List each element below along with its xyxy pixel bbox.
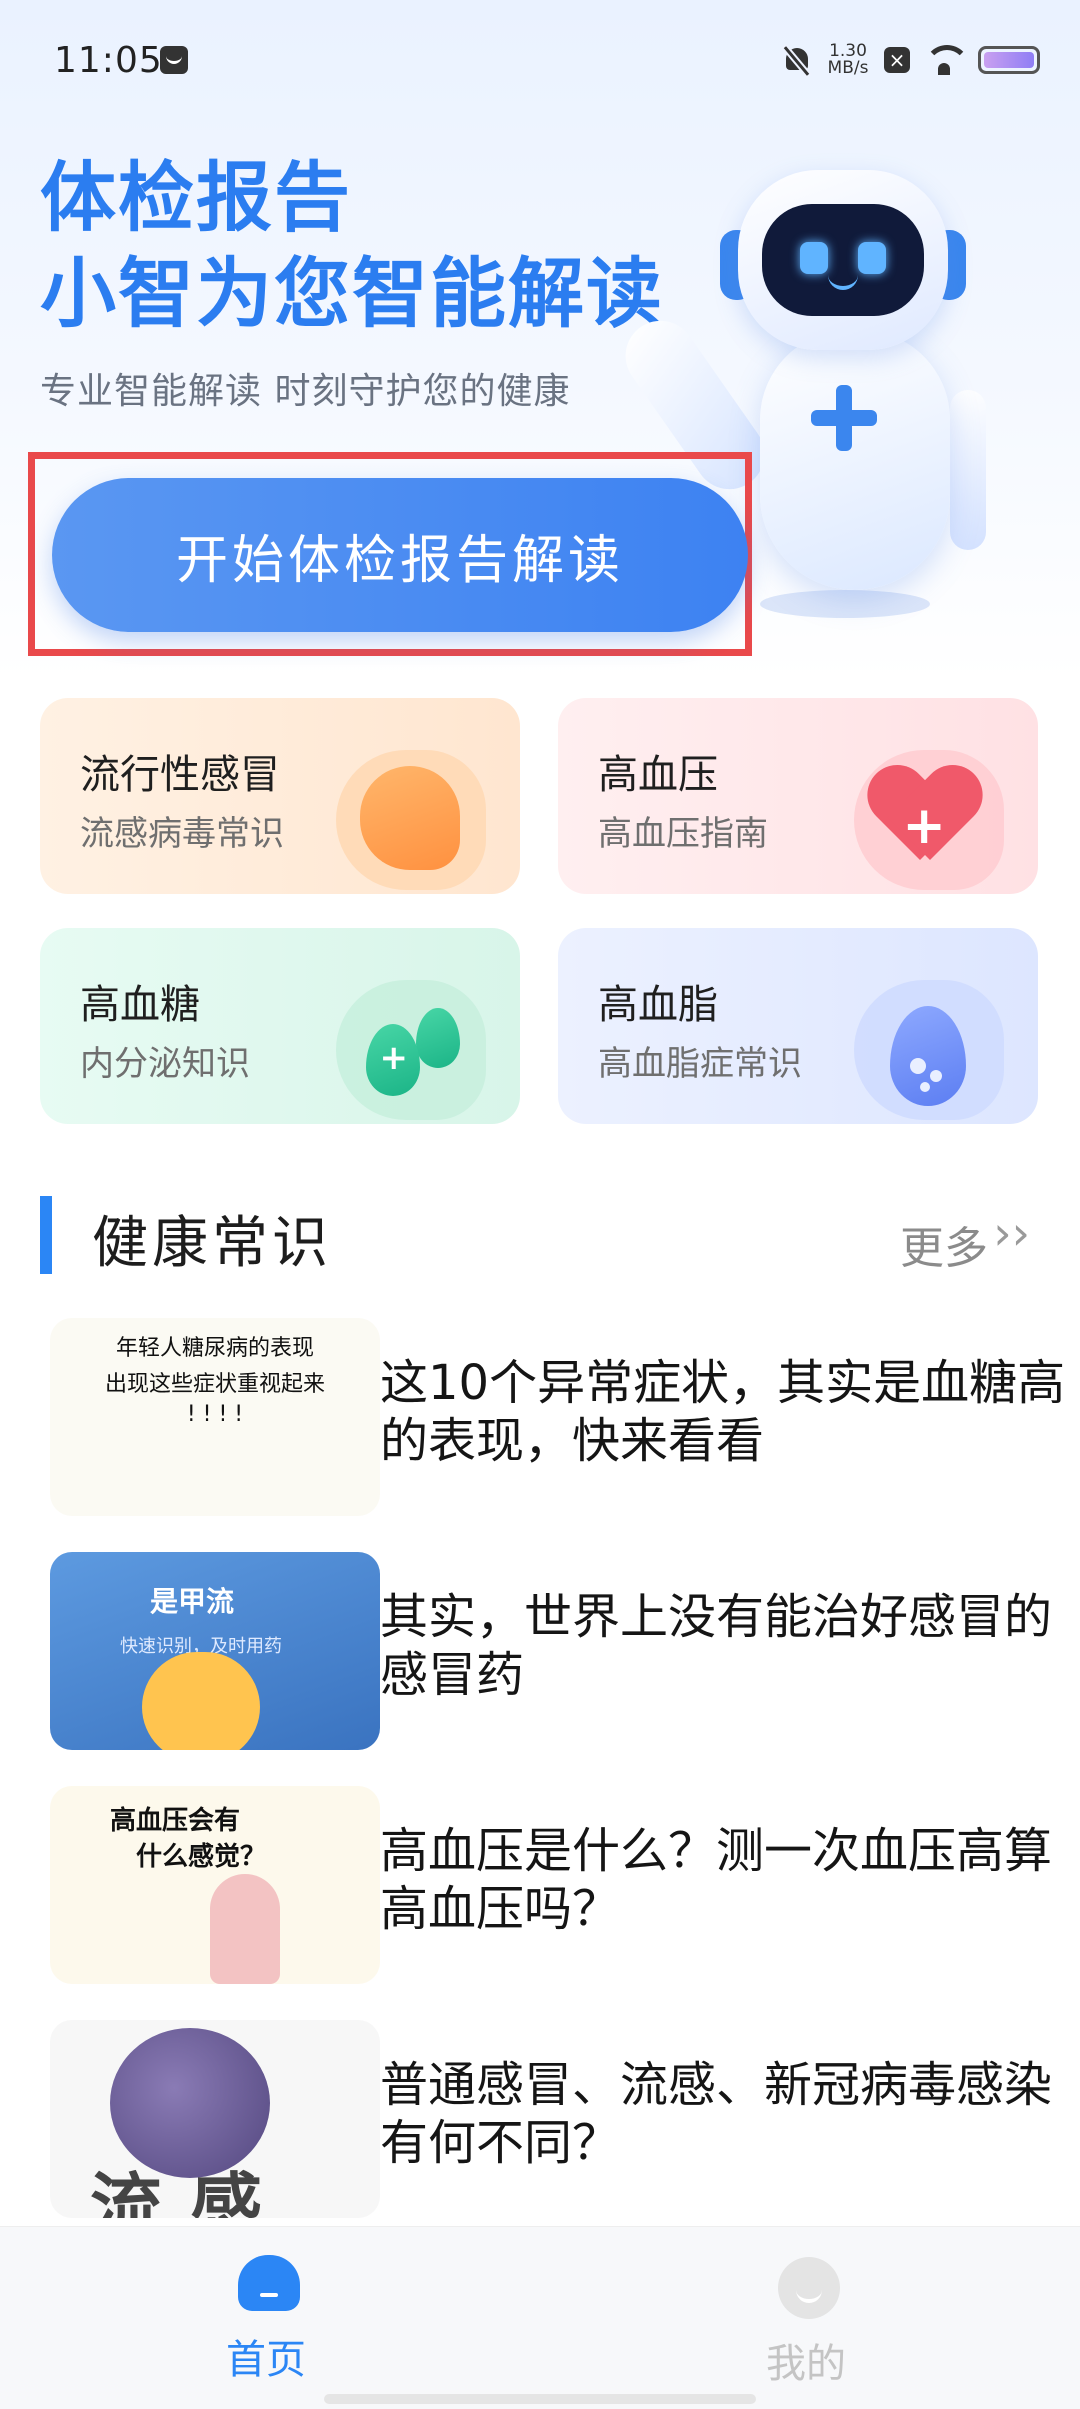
card-flu[interactable]: 流行性感冒 流感病毒常识 bbox=[40, 698, 520, 894]
list-item[interactable]: 是甲流 快速识别，及时用药 其实，世界上没有能治好感冒的感冒药 bbox=[40, 1552, 1052, 1762]
bottom-nav: 首页 我的 bbox=[0, 2226, 1080, 2409]
home-icon[interactable] bbox=[238, 2255, 300, 2311]
card-desc: 高血脂症常识 bbox=[598, 1044, 802, 1084]
wifi-icon bbox=[924, 45, 964, 75]
card-hypertension[interactable]: + 高血压 高血压指南 bbox=[558, 698, 1038, 894]
net-speed: 1.30 MB/s bbox=[826, 43, 870, 77]
article-title: 其实，世界上没有能治好感冒的感冒药 bbox=[380, 1589, 1053, 1703]
nav-home-label[interactable]: 首页 bbox=[226, 2327, 306, 2385]
card-hyperlipidemia[interactable]: 高血脂 高血脂症常识 bbox=[558, 928, 1038, 1124]
chevron-right-icon[interactable]: ›› bbox=[993, 1206, 1030, 1260]
card-title: 高血压 bbox=[598, 752, 718, 798]
status-icons: 1.30 MB/s × bbox=[782, 36, 1040, 84]
article-title: 高血压是什么？测一次血压高算高血压吗？ bbox=[380, 1823, 1053, 1937]
article-title: 普通感冒、流感、新冠病毒感染有何不同？ bbox=[380, 2057, 1053, 2171]
article-title: 这10个异常症状，其实是血糖高的表现，快来看看 bbox=[380, 1355, 1066, 1469]
hero-title-line1: 体检报告 bbox=[40, 153, 352, 242]
battery-icon bbox=[978, 46, 1040, 74]
card-desc: 流感病毒常识 bbox=[80, 814, 284, 854]
article-thumbnail: 流感 bbox=[50, 2020, 380, 2218]
card-desc: 高血压指南 bbox=[598, 814, 768, 854]
message-icon bbox=[160, 46, 188, 74]
hero-title: 体检报告 小智为您智能解读 bbox=[40, 150, 664, 342]
article-thumbnail: 年轻人糖尿病的表现 出现这些症状重视起来 ! ! ! ! bbox=[50, 1318, 380, 1516]
section-accent-bar bbox=[40, 1196, 52, 1274]
more-link[interactable]: 更多 bbox=[900, 1212, 988, 1276]
home-indicator[interactable] bbox=[324, 2394, 756, 2404]
card-title: 高血糖 bbox=[80, 982, 200, 1028]
section-title: 健康常识 bbox=[92, 1211, 332, 1276]
article-thumbnail: 高血压会有 什么感觉？ bbox=[50, 1786, 380, 1984]
article-thumbnail: 是甲流 快速识别，及时用药 bbox=[50, 1552, 380, 1750]
card-title: 高血脂 bbox=[598, 982, 718, 1028]
bell-off-icon bbox=[782, 45, 812, 75]
hero-subtitle: 专业智能解读 时刻守护您的健康 bbox=[40, 371, 571, 412]
close-badge-icon: × bbox=[884, 47, 910, 73]
status-time: 11:05 bbox=[54, 40, 163, 81]
hero-title-line2: 小智为您智能解读 bbox=[40, 249, 664, 338]
card-desc: 内分泌知识 bbox=[80, 1044, 250, 1084]
list-item[interactable]: 年轻人糖尿病的表现 出现这些症状重视起来 ! ! ! ! 这10个异常症状，其实… bbox=[40, 1318, 1065, 1528]
list-item[interactable]: 流感 普通感冒、流感、新冠病毒感染有何不同？ bbox=[40, 2020, 1052, 2230]
start-report-button[interactable]: 开始体检报告解读 bbox=[52, 478, 748, 632]
list-item[interactable]: 高血压会有 什么感觉？ 高血压是什么？测一次血压高算高血压吗？ bbox=[40, 1786, 1052, 1996]
net-speed-unit: MB/s bbox=[827, 58, 869, 78]
profile-icon[interactable] bbox=[778, 2257, 840, 2319]
card-hyperglycemia[interactable]: + 高血糖 内分泌知识 bbox=[40, 928, 520, 1124]
card-title: 流行性感冒 bbox=[80, 752, 280, 798]
status-bar: 11:05 1.30 MB/s × bbox=[0, 0, 1080, 120]
flu-head-icon bbox=[360, 766, 460, 870]
nav-me-label[interactable]: 我的 bbox=[766, 2331, 846, 2389]
